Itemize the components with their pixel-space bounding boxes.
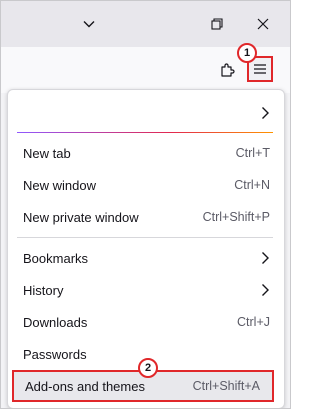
chevron-down-icon: [83, 21, 95, 28]
chevron-right-icon: [260, 283, 270, 297]
menu-item-label: New tab: [23, 145, 71, 161]
menu-item-history[interactable]: History: [8, 274, 282, 306]
menu-item-label: Downloads: [23, 314, 88, 330]
menu-item-label: New private window: [23, 209, 139, 225]
close-icon: [257, 18, 269, 30]
browser-window: New tab Ctrl+T New window Ctrl+N New pri…: [0, 0, 291, 409]
menu-item-new-window[interactable]: New window Ctrl+N: [8, 169, 282, 201]
step-callout-2: 2: [138, 358, 158, 378]
extensions-button[interactable]: [213, 56, 241, 84]
menu-item-shortcut: Ctrl+T: [235, 146, 270, 160]
menu-item-shortcut: Ctrl+J: [237, 315, 270, 329]
menu-item-shortcut: Ctrl+N: [234, 178, 270, 192]
menu-item-shortcut: Ctrl+Shift+P: [202, 210, 270, 224]
step-callout-1: 1: [237, 43, 257, 63]
list-all-tabs-button[interactable]: [75, 10, 103, 38]
menu-item-bookmarks[interactable]: Bookmarks: [8, 242, 282, 274]
chevron-right-icon: [260, 106, 270, 125]
close-button[interactable]: [249, 10, 277, 38]
menu-separator: [17, 237, 273, 238]
menu-item-new-tab[interactable]: New tab Ctrl+T: [8, 137, 282, 169]
menu-item-label: Bookmarks: [23, 250, 89, 266]
account-row[interactable]: [8, 98, 282, 128]
menu-item-label: History: [23, 282, 64, 298]
restore-button[interactable]: [203, 10, 231, 38]
extensions-icon: [221, 63, 235, 77]
menu-item-label: New window: [23, 177, 96, 193]
hamburger-menu-icon: [254, 64, 266, 74]
menu-item-shortcut: Ctrl+Shift+A: [192, 379, 260, 393]
menu-item-label: Add-ons and themes: [25, 378, 145, 394]
account-separator: [17, 132, 273, 133]
restore-icon: [211, 18, 223, 30]
menu-item-new-private-window[interactable]: New private window Ctrl+Shift+P: [8, 201, 282, 233]
menu-item-downloads[interactable]: Downloads Ctrl+J: [8, 306, 282, 338]
chevron-right-icon: [260, 251, 270, 265]
title-bar: [1, 1, 290, 47]
